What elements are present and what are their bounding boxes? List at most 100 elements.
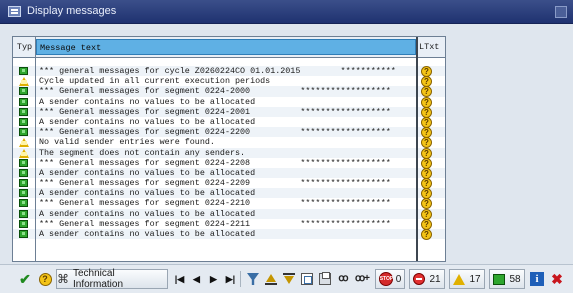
error-count: 21 (429, 273, 441, 285)
success-icon (19, 179, 28, 188)
grid-header: Typ Message text LTxt (13, 37, 445, 58)
warning-icon (453, 273, 466, 285)
longtext-help-icon[interactable]: ? (421, 229, 432, 240)
message-row[interactable]: *** General messages for segment 0224-20… (13, 106, 445, 118)
message-row[interactable]: *** General messages for segment 0224-22… (13, 218, 445, 230)
find-next-button[interactable]: ꝏ+ (353, 269, 371, 289)
message-text: The segment does not contain any senders… (39, 147, 246, 158)
close-button[interactable]: ✖ (549, 269, 565, 289)
message-text: *** General messages for segment 0224-22… (39, 198, 391, 209)
layout-icon (301, 273, 313, 285)
message-row[interactable]: *** General messages for segment 0224-22… (13, 127, 445, 139)
next-page-icon: ▶ (210, 273, 217, 284)
longtext-help-icon[interactable]: ? (421, 147, 432, 159)
warning-count: 17 (469, 273, 481, 285)
longtext-help-icon[interactable]: ? (421, 96, 432, 108)
window-title: Display messages (27, 5, 117, 17)
message-row[interactable]: A sender contains no values to be alloca… (13, 188, 445, 200)
grid-rows: *** general messages for cycle Z0260224C… (13, 66, 445, 240)
warning-icon (19, 148, 29, 158)
help-button[interactable]: ? (36, 269, 54, 289)
glasses-icon: ⌘ (57, 272, 69, 286)
print-button[interactable] (317, 269, 333, 289)
message-row[interactable]: *** General messages for segment 0224-22… (13, 178, 445, 190)
print-icon (319, 272, 331, 285)
find-button[interactable]: ꝏ (335, 269, 351, 289)
success-icon (19, 219, 28, 228)
column-header-message-text[interactable]: Message text (36, 39, 416, 55)
message-row[interactable]: *** General messages for segment 0224-22… (13, 198, 445, 210)
title-bar: Display messages (0, 0, 573, 24)
stop-messages-filter[interactable]: STOP 0 (375, 269, 405, 289)
success-icon (19, 97, 28, 106)
subtotal-button[interactable] (299, 269, 315, 289)
error-messages-filter[interactable]: 21 (409, 269, 445, 289)
filter-button[interactable] (245, 269, 261, 289)
message-row[interactable]: A sender contains no values to be alloca… (13, 208, 445, 220)
message-row[interactable]: A sender contains no values to be alloca… (13, 229, 445, 240)
message-text: *** General messages for segment 0224-22… (39, 157, 391, 168)
message-row[interactable]: *** General messages for segment 0224-20… (13, 86, 445, 98)
message-row[interactable]: *** general messages for cycle Z0260224C… (13, 66, 445, 77)
content-area: Typ Message text LTxt *** general messag… (0, 24, 573, 264)
warning-messages-filter[interactable]: 17 (449, 269, 485, 289)
message-text: Cycle updated in all current execution p… (39, 76, 271, 87)
message-text: A sender contains no values to be alloca… (39, 167, 256, 178)
message-text: *** General messages for segment 0224-22… (39, 127, 391, 138)
warning-icon (19, 138, 29, 148)
last-page-button[interactable]: ▶| (224, 269, 237, 289)
success-icon (19, 67, 28, 75)
success-count: 58 (509, 273, 521, 285)
previous-page-icon: ◀ (193, 273, 200, 284)
message-grid: Typ Message text LTxt *** general messag… (12, 36, 446, 262)
sort-descending-icon (283, 273, 295, 285)
message-text: A sender contains no values to be alloca… (39, 229, 256, 239)
message-row[interactable]: Cycle updated in all current execution p… (13, 76, 445, 88)
success-icon (19, 209, 28, 218)
technical-information-button[interactable]: ⌘ Technical Information (56, 268, 168, 290)
success-icon (19, 128, 28, 137)
message-row[interactable]: A sender contains no values to be alloca… (13, 96, 445, 108)
message-text: *** General messages for segment 0224-20… (39, 86, 391, 97)
message-row[interactable]: No valid sender entries were found.? (13, 137, 445, 149)
success-icon (19, 87, 28, 96)
info-icon: i (530, 272, 544, 286)
message-row[interactable]: A sender contains no values to be alloca… (13, 167, 445, 179)
continue-button[interactable]: ✔ (16, 269, 34, 289)
message-text: *** General messages for segment 0224-20… (39, 106, 391, 117)
sort-ascending-button[interactable] (263, 269, 279, 289)
sort-descending-button[interactable] (281, 269, 297, 289)
first-page-icon: |◀ (174, 273, 185, 284)
message-text: A sender contains no values to be alloca… (39, 188, 256, 199)
success-icon (493, 273, 506, 285)
info-button[interactable]: i (529, 269, 545, 289)
technical-information-label: Technical Information (73, 268, 124, 290)
column-header-longtext[interactable]: LTxt (419, 42, 445, 52)
success-messages-filter[interactable]: 58 (489, 269, 525, 289)
error-icon (413, 273, 426, 285)
message-row[interactable]: *** General messages for segment 0224-22… (13, 157, 445, 169)
success-icon (19, 168, 28, 177)
success-icon (19, 158, 28, 167)
column-header-type[interactable]: Typ (14, 42, 35, 52)
success-icon (19, 189, 28, 198)
sort-ascending-icon (265, 273, 277, 285)
message-row[interactable]: A sender contains no values to be alloca… (13, 116, 445, 128)
warning-icon (19, 77, 29, 87)
window-control-button[interactable] (555, 6, 567, 18)
longtext-help-icon[interactable]: ? (421, 208, 432, 220)
message-text: *** general messages for cycle Z0260224C… (39, 66, 396, 76)
message-text: *** General messages for segment 0224-22… (39, 218, 391, 229)
message-text: A sender contains no values to be alloca… (39, 96, 256, 107)
message-text: A sender contains no values to be alloca… (39, 208, 256, 219)
checkmark-icon: ✔ (19, 271, 31, 287)
binoculars-icon: ꝏ (338, 273, 348, 284)
first-page-button[interactable]: |◀ (173, 269, 186, 289)
stop-count: 0 (395, 273, 402, 285)
filter-icon (247, 273, 259, 285)
previous-page-button[interactable]: ◀ (190, 269, 203, 289)
message-text: No valid sender entries were found. (39, 137, 215, 148)
next-page-button[interactable]: ▶ (207, 269, 220, 289)
message-row[interactable]: The segment does not contain any senders… (13, 147, 445, 159)
binoculars-plus-icon: ꝏ+ (354, 273, 370, 284)
